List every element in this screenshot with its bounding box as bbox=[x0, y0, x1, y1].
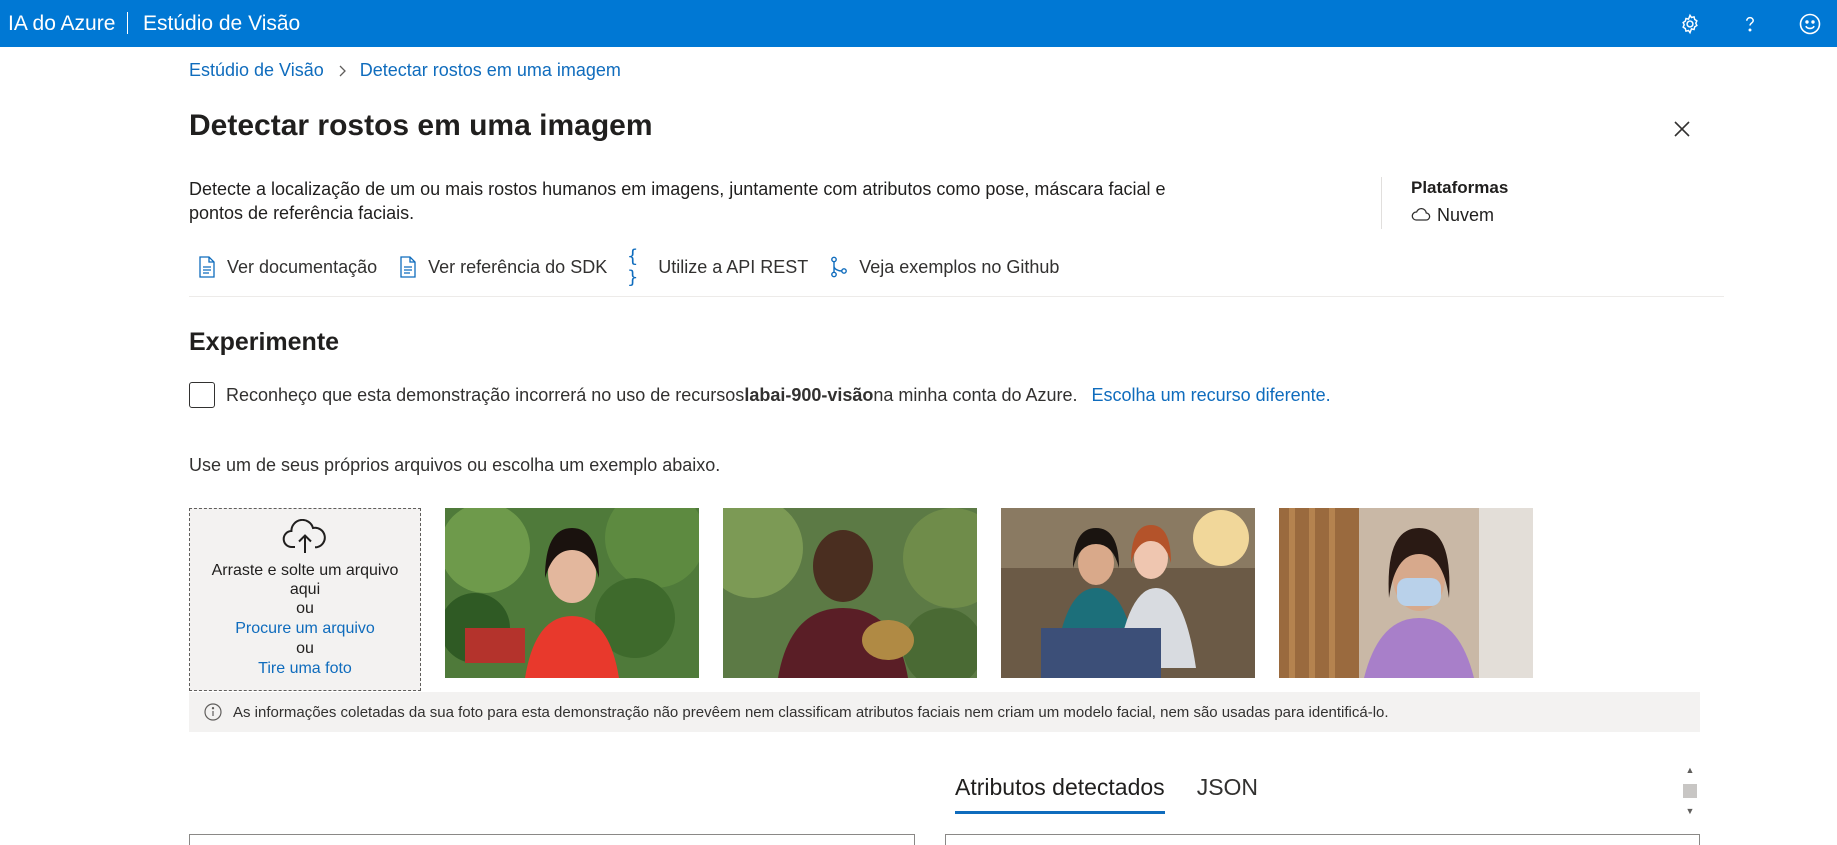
page-description: Detecte a localização de um ou mais rost… bbox=[189, 179, 1166, 223]
consent-prefix: Reconheço que esta demonstração incorrer… bbox=[226, 384, 745, 405]
consent-checkbox[interactable] bbox=[189, 382, 215, 408]
choose-different-resource-link[interactable]: Escolha um recurso diferente. bbox=[1092, 385, 1331, 406]
image-preview-panel bbox=[189, 834, 915, 845]
link-label: Veja exemplos no Github bbox=[859, 256, 1060, 277]
samples-instruction: Use um de seus próprios arquivos ou esco… bbox=[189, 455, 721, 475]
link-label: Utilize a API REST bbox=[658, 256, 809, 277]
close-icon[interactable] bbox=[1666, 113, 1698, 145]
scroll-track[interactable] bbox=[1679, 777, 1701, 804]
branch-icon bbox=[828, 256, 850, 278]
breadcrumb-current-link[interactable]: Detectar rostos em uma imagem bbox=[360, 60, 621, 81]
top-bar: IA do Azure Estúdio de Visão bbox=[0, 0, 1837, 47]
feedback-smile-icon[interactable] bbox=[1794, 8, 1826, 40]
product-title[interactable]: Estúdio de Visão bbox=[143, 0, 300, 47]
github-samples-link[interactable]: Veja exemplos no Github bbox=[828, 256, 1059, 278]
sample-image-2[interactable] bbox=[723, 508, 977, 678]
scroll-thumb[interactable] bbox=[1683, 783, 1697, 798]
use-rest-api-link[interactable]: { } Utilize a API REST bbox=[627, 246, 809, 288]
privacy-notice: As informações coletadas da sua foto par… bbox=[189, 692, 1700, 732]
tab-detected-attributes[interactable]: Atributos detectados bbox=[955, 774, 1165, 814]
cloud-icon bbox=[1411, 205, 1431, 226]
help-icon[interactable] bbox=[1734, 8, 1766, 40]
scroll-down-icon[interactable]: ▼ bbox=[1679, 804, 1701, 818]
consent-suffix: na minha conta do Azure. bbox=[873, 384, 1078, 405]
take-photo-link[interactable]: Tire uma foto bbox=[190, 658, 420, 679]
scroll-up-icon[interactable]: ▲ bbox=[1679, 763, 1701, 777]
section-divider bbox=[189, 296, 1724, 297]
or-text: ou bbox=[296, 600, 314, 617]
view-documentation-link[interactable]: Ver documentação bbox=[196, 256, 377, 278]
results-scrollbar[interactable]: ▲ ▼ bbox=[1679, 763, 1701, 818]
tab-json[interactable]: JSON bbox=[1197, 774, 1258, 814]
chevron-right-icon bbox=[336, 65, 348, 77]
sample-image-3[interactable] bbox=[1001, 508, 1255, 678]
sample-image-1[interactable] bbox=[445, 508, 699, 678]
document-icon bbox=[397, 256, 419, 278]
link-label: Ver documentação bbox=[227, 256, 378, 277]
brand-separator bbox=[127, 12, 128, 34]
notice-text: As informações coletadas da sua foto par… bbox=[233, 703, 1389, 721]
brand-title[interactable]: IA do Azure bbox=[8, 0, 115, 47]
sample-image-4[interactable] bbox=[1279, 508, 1533, 678]
results-tabs: Atributos detectados JSON bbox=[955, 774, 1258, 814]
view-sdk-reference-link[interactable]: Ver referência do SDK bbox=[397, 256, 607, 278]
resource-links: Ver documentação Ver referência do SDK {… bbox=[196, 246, 1059, 288]
breadcrumb: Estúdio de Visão Detectar rostos em uma … bbox=[189, 60, 621, 81]
gear-icon[interactable] bbox=[1674, 8, 1706, 40]
braces-icon: { } bbox=[627, 246, 639, 288]
platforms-title: Plataformas bbox=[1411, 178, 1509, 197]
breadcrumb-home-link[interactable]: Estúdio de Visão bbox=[189, 60, 324, 81]
page-title: Detectar rostos em uma imagem bbox=[189, 109, 653, 142]
document-icon bbox=[196, 256, 218, 278]
platform-label: Nuvem bbox=[1437, 205, 1495, 225]
file-dropzone[interactable]: Arraste e solte um arquivo aqui ou Procu… bbox=[189, 508, 421, 691]
link-label: Ver referência do SDK bbox=[428, 256, 608, 277]
cloud-upload-icon bbox=[282, 519, 326, 553]
resource-name: labai-900-visão bbox=[744, 384, 874, 405]
consent-row: Reconheço que esta demonstração incorrer… bbox=[189, 382, 1331, 408]
or-text: ou bbox=[296, 640, 314, 657]
drag-drop-text: Arraste e solte um arquivo aqui bbox=[211, 562, 399, 598]
results-panel bbox=[945, 834, 1700, 845]
browse-file-link[interactable]: Procure um arquivo bbox=[190, 618, 420, 639]
experiment-title: Experimente bbox=[189, 328, 340, 356]
platform-cloud: Nuvem bbox=[1411, 205, 1494, 226]
platforms-divider bbox=[1381, 177, 1382, 229]
info-icon bbox=[204, 703, 222, 721]
